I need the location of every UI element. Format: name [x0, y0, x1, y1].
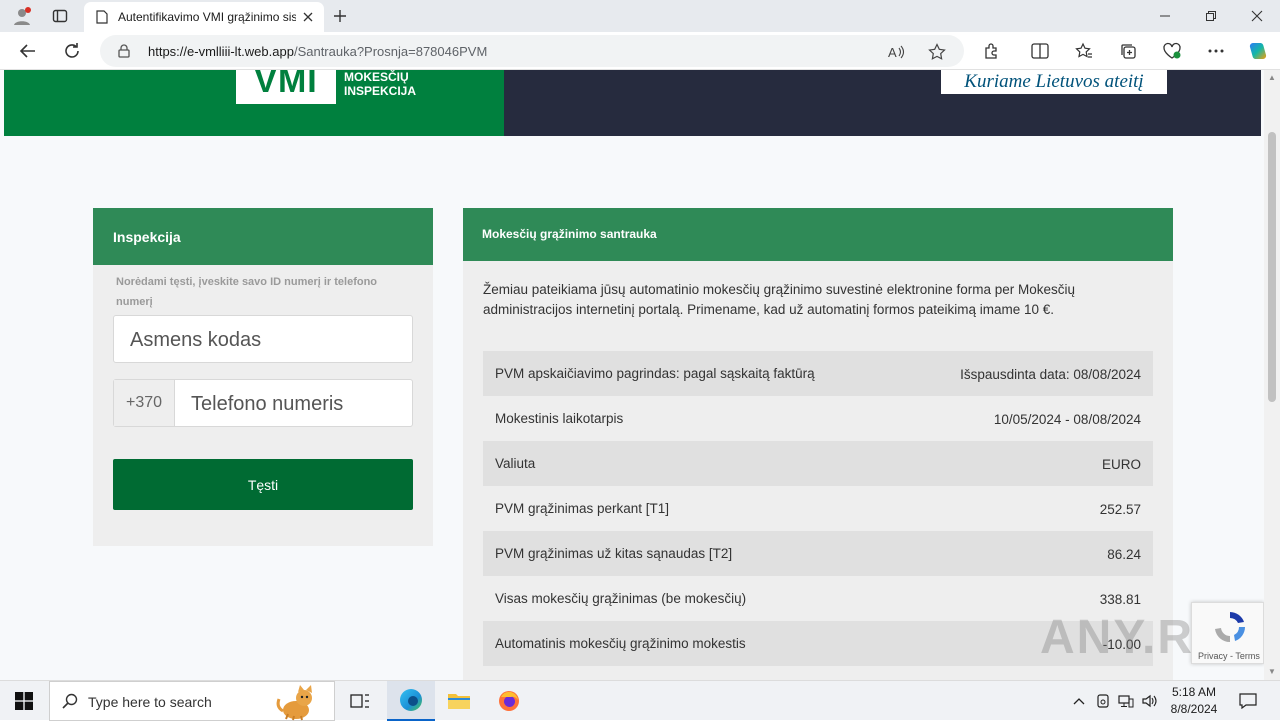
address-bar[interactable]: https://e-vmlliii-lt.web.app/Santrauka?P… [100, 35, 964, 67]
row-label: Visas mokesčių grąžinimas (be mokesčių) [495, 591, 747, 606]
row-label: PVM grąžinimas perkant [T1] [495, 501, 670, 516]
lock-icon[interactable] [118, 44, 130, 63]
personal-id-input[interactable]: Asmens kodas [113, 315, 413, 363]
url-text: https://e-vmlliii-lt.web.app/Santrauka?P… [148, 44, 487, 59]
close-tab-icon[interactable] [300, 9, 316, 25]
notification-icon[interactable] [1239, 692, 1257, 710]
page-icon [96, 10, 108, 24]
url-path: /Santrauka?Prosnja=878046PVM [293, 44, 488, 59]
split-screen-icon[interactable] [1030, 41, 1050, 61]
search-icon [62, 693, 78, 714]
row-value: 338.81 [1099, 592, 1141, 607]
scroll-down-icon[interactable]: ▼ [1267, 668, 1277, 676]
header-banner-left: VMI MOKESČIŲ INSPEKCIJA [4, 70, 504, 136]
show-hidden-icons-icon[interactable] [1071, 693, 1087, 709]
taskbar-search[interactable]: Type here to search [49, 681, 335, 721]
new-tab-icon[interactable] [330, 6, 350, 26]
close-window-icon[interactable] [1234, 0, 1280, 32]
row-value: EURO [1101, 457, 1141, 472]
url-domain: https://e-vmlliii-lt.web.app [148, 44, 294, 59]
summary-row: PVM apskaičiavimo pagrindas: pagal sąska… [483, 351, 1153, 396]
vmi-logo[interactable]: VMI [236, 70, 336, 104]
scroll-thumb[interactable] [1268, 132, 1276, 402]
row-value: Išspausdinta data: 08/08/2024 [960, 367, 1141, 382]
favorites-icon[interactable] [1074, 41, 1094, 61]
summary-row: Valiuta EURO [483, 441, 1153, 486]
row-label: Automatinis mokesčių grąžinimo mokestis [495, 636, 746, 651]
clock-date: 8/8/2024 [1170, 702, 1218, 716]
more-menu-icon[interactable] [1206, 41, 1226, 61]
login-card: Inspekcija Norėdami tęsti, įveskite savo… [93, 208, 433, 546]
login-title: Inspekcija [113, 229, 181, 245]
read-aloud-icon[interactable]: A [888, 43, 906, 61]
header-banner-right: Kuriame Lietuvos ateitį [504, 70, 1261, 136]
row-value: 252.57 [1099, 502, 1141, 517]
row-value: 10/05/2024 - 08/08/2024 [993, 412, 1141, 427]
volume-icon[interactable] [1142, 693, 1158, 709]
windows-start-icon[interactable] [0, 681, 48, 721]
browser-toolbar: https://e-vmlliii-lt.web.app/Santrauka?P… [0, 32, 1280, 70]
login-card-header: Inspekcija [93, 208, 433, 265]
edge-taskbar-icon[interactable] [387, 681, 435, 721]
personal-id-placeholder: Asmens kodas [130, 329, 262, 351]
profile-icon[interactable] [10, 4, 34, 28]
summary-row: PVM grąžinimas perkant [T1] 252.57 [483, 486, 1153, 531]
slogan: Kuriame Lietuvos ateitį [964, 71, 1144, 92]
row-label: Mokestinis laikotarpis [495, 411, 624, 426]
logo-text: VMI [254, 70, 318, 100]
tab-bar: Autentifikavimo VMI grąžinimo sis [0, 0, 1280, 32]
continue-button[interactable]: Tęsti [113, 459, 413, 510]
search-placeholder: Type here to search [88, 694, 212, 710]
phone-placeholder: Telefono numeris [191, 393, 344, 415]
svg-text:A: A [888, 45, 897, 60]
restore-icon[interactable] [1188, 0, 1234, 32]
logo-subtitle-line1: MOKESČIŲ [344, 70, 409, 84]
minimize-icon[interactable] [1142, 0, 1188, 32]
back-icon[interactable] [14, 37, 42, 65]
summary-intro: Žemiau pateikiama jūsų automatinio mokes… [483, 282, 1076, 317]
recaptcha-icon [1212, 609, 1248, 650]
browser-essentials-icon[interactable] [1162, 41, 1182, 61]
tab-actions-icon[interactable] [48, 4, 72, 28]
firefox-icon[interactable] [485, 681, 533, 721]
recaptcha-links[interactable]: Privacy - Terms [1198, 651, 1260, 661]
phone-input[interactable]: +370 Telefono numeris [113, 379, 413, 427]
row-label: Valiuta [495, 456, 536, 471]
favorite-star-icon[interactable] [928, 43, 946, 61]
row-value: 86.24 [1107, 547, 1141, 562]
summary-row: PVM grąžinimas už kitas sąnaudas [T2] 86… [483, 531, 1153, 576]
summary-title: Mokesčių grąžinimo santrauka [482, 227, 657, 241]
refresh-icon[interactable] [58, 37, 86, 65]
slogan-box: Kuriame Lietuvos ateitį [941, 70, 1167, 94]
tab-title: Autentifikavimo VMI grąžinimo sis [118, 10, 296, 24]
phone-prefix: +370 [114, 380, 175, 426]
tab-active[interactable]: Autentifikavimo VMI grąžinimo sis [84, 2, 324, 32]
extensions-icon[interactable] [982, 41, 1002, 61]
file-explorer-icon[interactable] [435, 681, 483, 721]
task-view-icon[interactable] [336, 681, 384, 721]
collections-icon[interactable] [1118, 41, 1138, 61]
page-viewport: VMI MOKESČIŲ INSPEKCIJA Kuriame Lietuvos… [0, 70, 1264, 680]
copilot-icon[interactable] [1246, 39, 1270, 63]
scroll-up-icon[interactable]: ▲ [1267, 74, 1277, 82]
system-clock[interactable]: 5:18 AM 8/8/2024 [1164, 684, 1224, 718]
logo-subtitle: MOKESČIŲ INSPEKCIJA [344, 70, 416, 98]
summary-row: Mokestinis laikotarpis 10/05/2024 - 08/0… [483, 396, 1153, 441]
taskbar: Type here to search 5:18 AM 8/8/2024 [0, 680, 1280, 721]
device-icon[interactable] [1095, 693, 1111, 709]
network-icon[interactable] [1118, 693, 1134, 709]
row-label: PVM apskaičiavimo pagrindas: pagal sąska… [495, 366, 815, 381]
row-label: PVM grąžinimas už kitas sąnaudas [T2] [495, 546, 733, 561]
logo-subtitle-line2: INSPEKCIJA [344, 84, 417, 98]
page-scrollbar[interactable]: ▲ ▼ [1264, 70, 1280, 680]
clock-time: 5:18 AM [1171, 685, 1217, 699]
login-hint: Norėdami tęsti, įveskite savo ID numerį … [116, 276, 378, 308]
recaptcha-badge[interactable]: Privacy - Terms [1191, 602, 1264, 664]
summary-card-header: Mokesčių grąžinimo santrauka [463, 208, 1173, 261]
